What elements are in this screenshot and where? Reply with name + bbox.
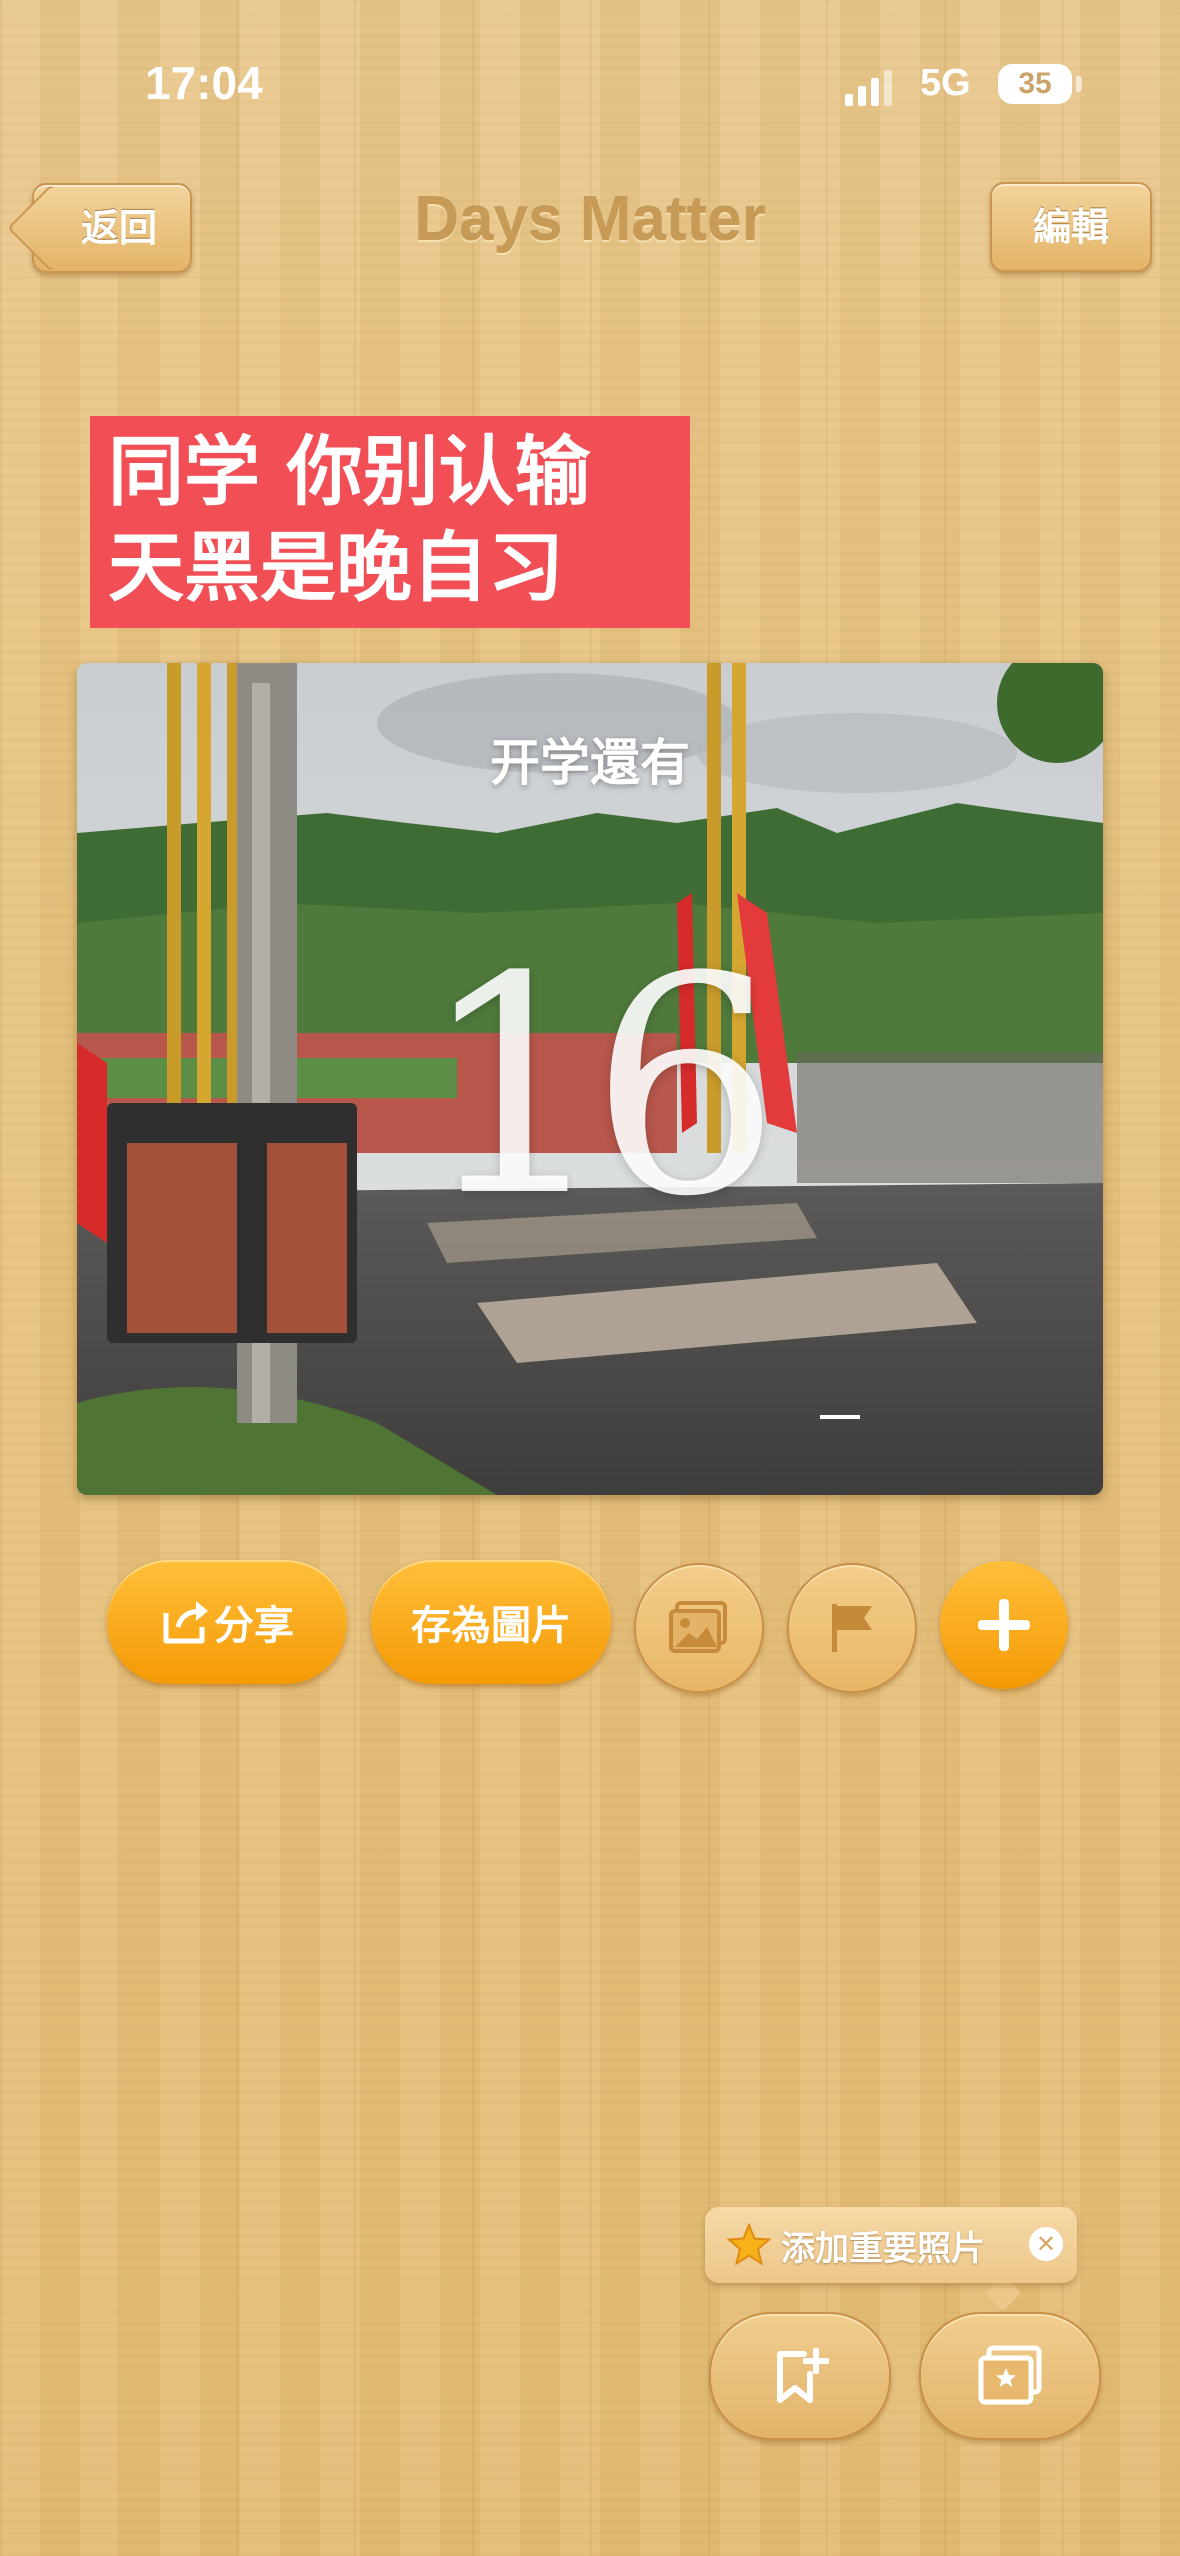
add-photo-tooltip[interactable]: 添加重要照片 ✕: [705, 2207, 1077, 2283]
image-icon: [669, 1601, 727, 1653]
page-indicator: [820, 1415, 860, 1419]
banner-line-2: 天黑是晚自习: [108, 523, 564, 612]
save-as-image-button[interactable]: 存為圖片: [371, 1560, 611, 1684]
photo-album-icon: [978, 2345, 1042, 2405]
share-label: 分享: [214, 1603, 294, 1649]
signal-icon: [845, 70, 892, 106]
change-background-button[interactable]: [634, 1563, 764, 1693]
battery-icon: 35: [998, 64, 1072, 104]
network-type: 5G: [920, 62, 971, 104]
star-icon: [727, 2223, 771, 2266]
add-bookmark-button[interactable]: [709, 2312, 891, 2440]
flag-icon: [832, 1604, 872, 1652]
tooltip-text: 添加重要照片: [781, 2228, 985, 2269]
countdown-days: 16: [419, 913, 781, 1262]
set-top-button[interactable]: [787, 1563, 917, 1693]
add-event-button[interactable]: [940, 1561, 1068, 1689]
banner-line-1: 同学 你别认输: [108, 427, 591, 516]
plus-icon: [978, 1599, 1030, 1651]
important-photos-button[interactable]: [919, 2312, 1101, 2440]
battery-tip: [1076, 76, 1082, 92]
caption-banner: 同学 你别认输 天黑是晚自习: [90, 416, 690, 628]
status-time: 17:04: [145, 57, 263, 109]
countdown-card[interactable]: 开学還有 16: [77, 663, 1103, 1495]
bookmark-add-icon: [777, 2348, 829, 2403]
share-icon: [163, 1601, 208, 1644]
share-button[interactable]: 分享: [107, 1560, 347, 1684]
status-bar: 17:04 5G 35: [0, 0, 1180, 150]
edit-button[interactable]: 編輯: [990, 182, 1152, 272]
close-icon[interactable]: ✕: [1029, 2227, 1063, 2261]
countdown-label: 开学還有: [490, 734, 690, 792]
